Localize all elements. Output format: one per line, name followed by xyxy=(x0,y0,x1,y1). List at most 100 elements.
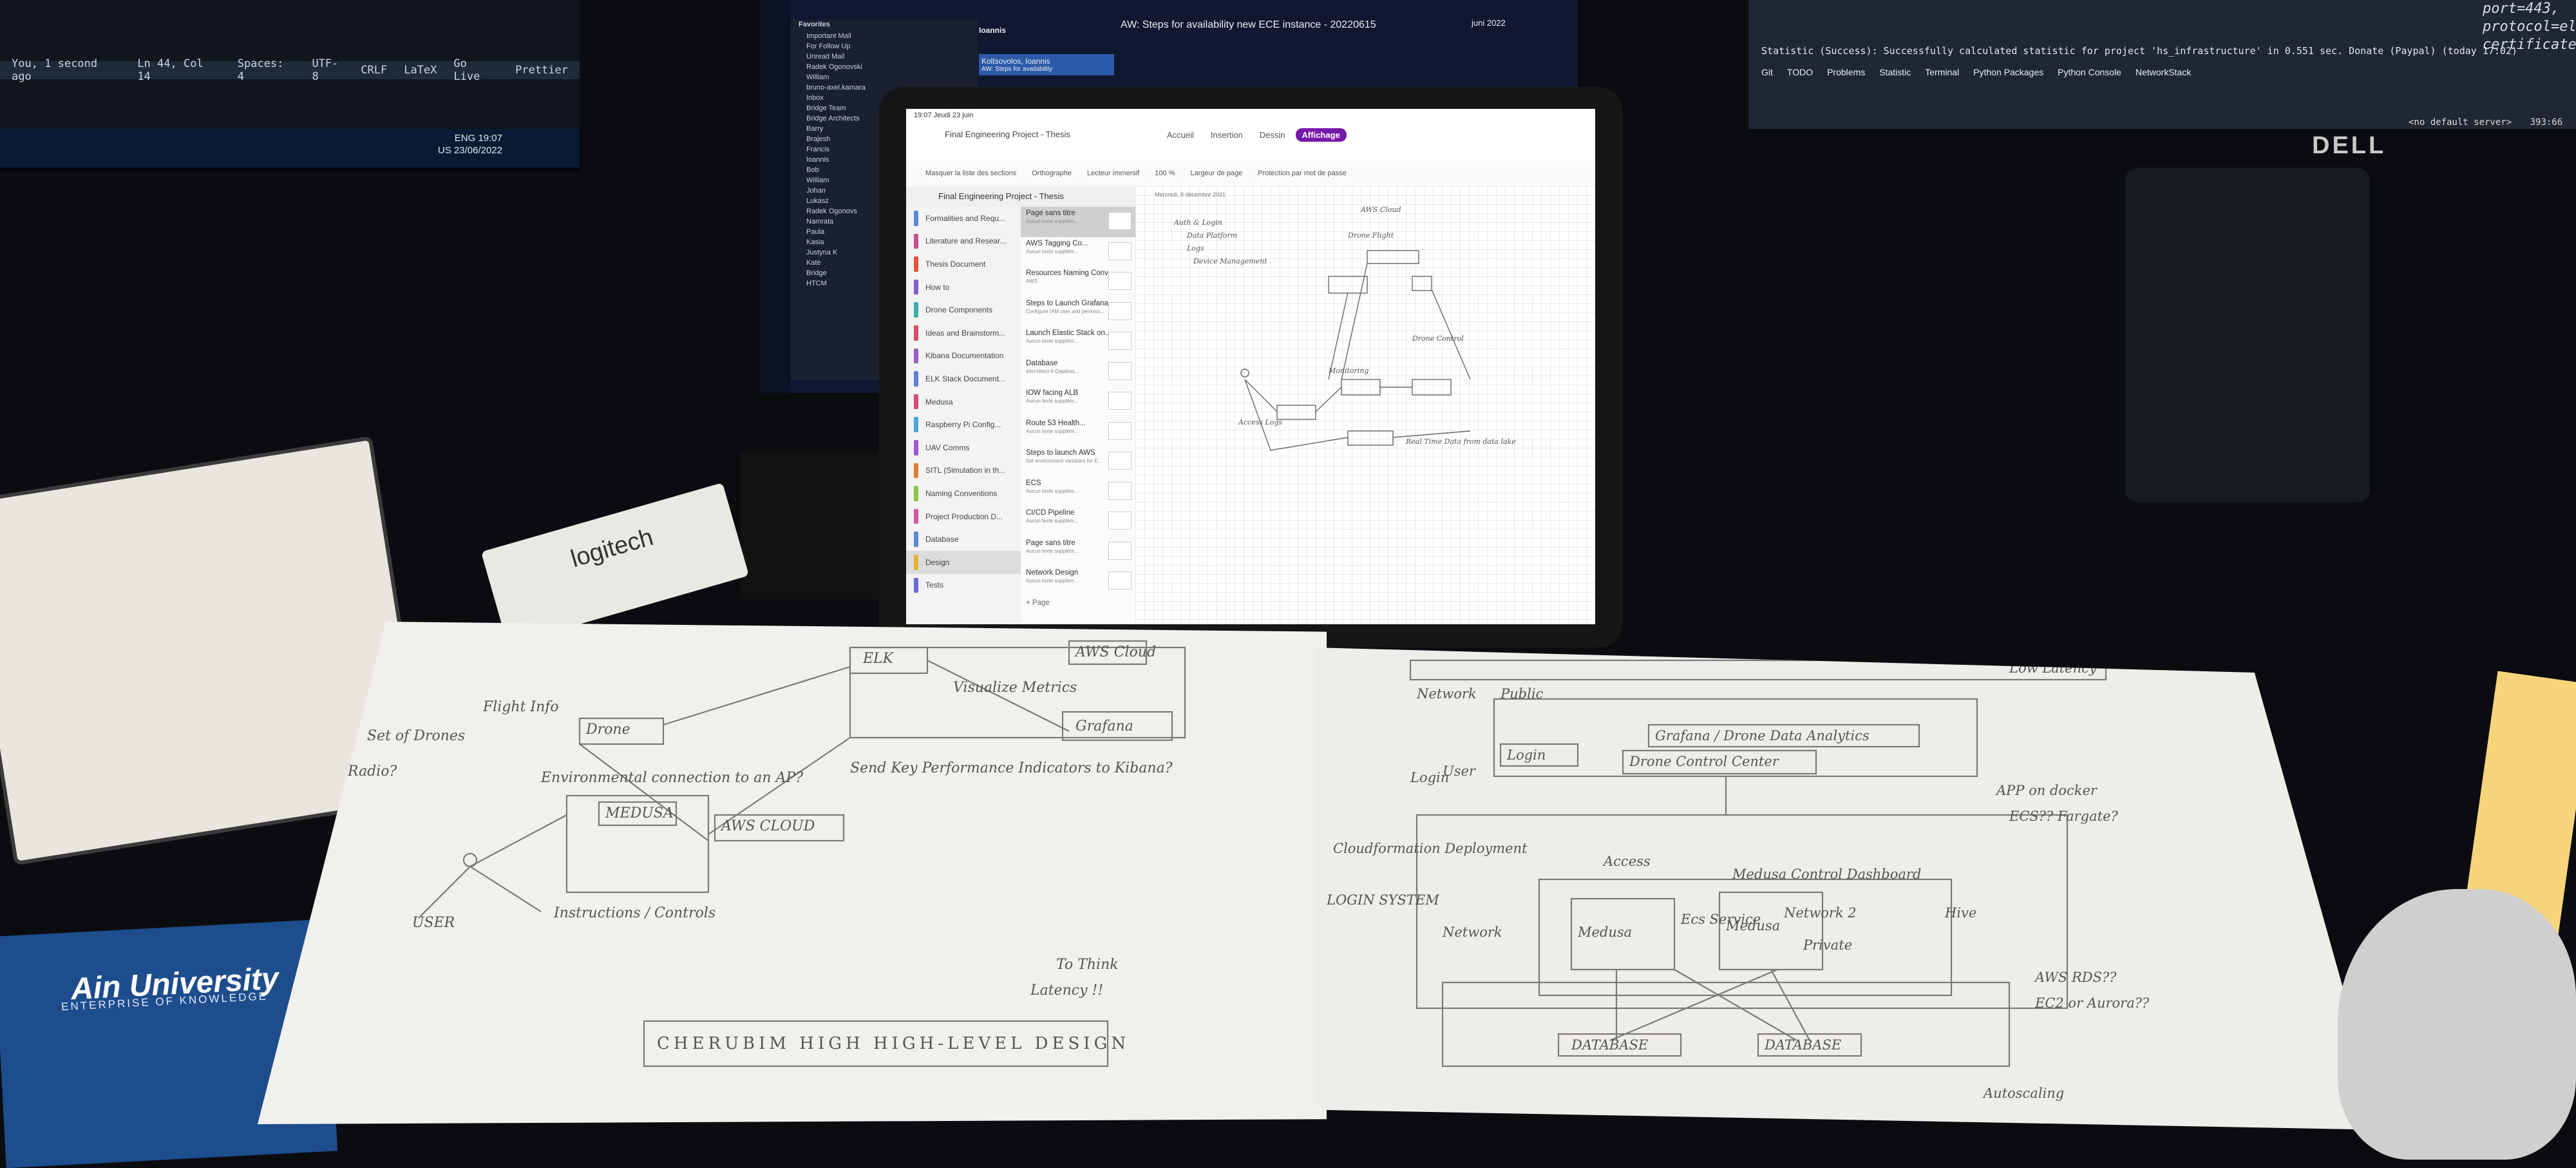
tab-dessin[interactable]: Dessin xyxy=(1253,128,1292,142)
section-label: Naming Conventions xyxy=(925,488,998,498)
folder-item[interactable]: For Follow Up xyxy=(799,41,970,52)
section-list: Formalities and Requ... Literature and Re… xyxy=(906,207,1021,624)
section-item[interactable]: Database xyxy=(906,528,1021,551)
tool-tab-todo[interactable]: TODO xyxy=(1787,67,1813,77)
section-item[interactable]: Medusa xyxy=(906,390,1021,414)
tool-tab-python-packages[interactable]: Python Packages xyxy=(1973,67,2043,77)
section-item[interactable]: Kibana Documentation xyxy=(906,345,1021,368)
sketch-label: Grafana xyxy=(1075,718,1133,734)
message-list-header: Ioannis xyxy=(979,26,1007,35)
status-language[interactable]: LaTeX xyxy=(404,64,437,77)
message-list: Ioannis Koltsovolos, Ioannis AW: Steps f… xyxy=(979,26,1114,75)
canvas-note: Logs xyxy=(1187,244,1204,253)
page-item[interactable]: Database #Architect-fr-Databas... xyxy=(1021,357,1135,387)
section-item[interactable]: Design xyxy=(906,550,1021,574)
ribbon-toolbar: Masquer la liste des sections Orthograph… xyxy=(906,160,1595,187)
section-item[interactable]: Project Production D... xyxy=(906,505,1021,528)
calendar-title: juni 2022 xyxy=(1472,18,1506,28)
folder-item[interactable]: Unread Mail xyxy=(799,52,970,62)
zoom-level[interactable]: 100 % xyxy=(1155,169,1175,177)
page-item[interactable]: Resources Naming Conv... AWS xyxy=(1021,267,1135,297)
drawing-canvas[interactable]: Mercredi, 8 décembre 2021 Drone Flight Au… xyxy=(1135,186,1595,624)
section-color-tab xyxy=(914,508,918,524)
section-item[interactable]: How to xyxy=(906,276,1021,299)
section-color-tab xyxy=(914,233,918,249)
tool-tab-python-console[interactable]: Python Console xyxy=(2058,67,2121,77)
page-title: CI/CD Pipeline xyxy=(1026,509,1075,517)
tool-tab-terminal[interactable]: Terminal xyxy=(1925,67,1959,77)
page-item[interactable]: ECS Aucun texte supplém... xyxy=(1021,477,1135,507)
status-encoding[interactable]: UTF-8 xyxy=(312,57,344,83)
page-item[interactable]: Route 53 Health... Aucun texte supplém... xyxy=(1021,417,1135,447)
message-item-sender: Koltsovolos, Ioannis xyxy=(981,57,1050,66)
sketch-label: Ecs Service xyxy=(1681,912,1761,927)
section-item[interactable]: Drone Components xyxy=(906,298,1021,321)
left-monitor: You, 1 second ago Ln 44, Col 14 Spaces: … xyxy=(0,0,580,173)
sketch-label: Network xyxy=(1443,924,1502,940)
canvas-note: AWS Cloud xyxy=(1361,206,1401,214)
device-clock: 19:07 Jeudi 23 juin xyxy=(914,111,974,119)
system-tray[interactable]: ENG 19:07 US 23/06/2022 xyxy=(438,132,502,157)
section-item[interactable]: Thesis Document xyxy=(906,253,1021,276)
section-label: Thesis Document xyxy=(925,259,986,269)
page-item[interactable]: Page sans titre Aucun texte supplém... xyxy=(1021,207,1135,237)
status-indent[interactable]: Spaces: 4 xyxy=(238,57,296,83)
tab-accueil[interactable]: Accueil xyxy=(1160,128,1200,142)
status-git-blame[interactable]: You, 1 second ago xyxy=(12,57,120,83)
spelling-button[interactable]: Orthographe xyxy=(1032,169,1072,177)
sketch-label: Network xyxy=(1417,686,1477,702)
page-title: IOW facing ALB xyxy=(1026,389,1079,397)
folder-item[interactable]: Important Mail xyxy=(799,31,970,41)
sketch-label: Latency !! xyxy=(1030,982,1104,999)
tool-tab-networkstack[interactable]: NetworkStack xyxy=(2136,67,2191,77)
section-item[interactable]: Ideas and Brainstorm... xyxy=(906,321,1021,345)
section-color-tab xyxy=(914,577,918,593)
password-protection-button[interactable]: Protection par mot de passe xyxy=(1258,169,1347,177)
section-color-tab xyxy=(914,486,918,501)
ide-tool-tabs: Git TODO Problems Statistic Terminal Pyt… xyxy=(1761,67,2191,77)
tab-affichage[interactable]: Affichage xyxy=(1295,128,1347,142)
page-title: Launch Elastic Stack on... xyxy=(1026,329,1112,337)
section-item[interactable]: Raspberry Pi Config... xyxy=(906,413,1021,436)
add-page-button[interactable]: + Page xyxy=(1021,597,1135,625)
section-item[interactable]: Literature and Resear... xyxy=(906,230,1021,253)
page-item[interactable]: Launch Elastic Stack on... Aucun texte su… xyxy=(1021,327,1135,357)
section-item[interactable]: ELK Stack Document... xyxy=(906,367,1021,390)
page-width-button[interactable]: Largeur de page xyxy=(1191,169,1243,177)
page-item[interactable]: Steps to Launch Grafana... Configure IAM … xyxy=(1021,297,1135,327)
sketch-label: Autoscaling xyxy=(1984,1086,2065,1101)
section-label: UAV Comms xyxy=(925,443,970,452)
sketch-label: Medusa Control Dashboard xyxy=(1732,866,1922,882)
folder-item[interactable]: Radek Ogonovski xyxy=(799,62,970,72)
folder-item[interactable]: William xyxy=(799,72,970,82)
tool-tab-statistic[interactable]: Statistic xyxy=(1879,67,1911,77)
tool-tab-problems[interactable]: Problems xyxy=(1827,67,1865,77)
page-item[interactable]: Page sans titre Aucun texte supplém... xyxy=(1021,537,1135,567)
immersive-reader-button[interactable]: Lecteur immersif xyxy=(1087,169,1139,177)
monitor-stand xyxy=(2125,168,2370,503)
section-color-tab xyxy=(914,325,918,341)
tray-date: 23/06/2022 xyxy=(453,145,502,156)
page-item[interactable]: AWS Tagging Co... Aucun texte supplém... xyxy=(1021,237,1135,267)
section-item[interactable]: SITL (Simulation in th... xyxy=(906,459,1021,483)
status-go-live[interactable]: Go Live xyxy=(453,57,498,83)
page-item[interactable]: Network Design Aucun texte supplém... xyxy=(1021,566,1135,597)
navigation-pane-title: Final Engineering Project - Thesis xyxy=(906,186,1135,207)
status-eol[interactable]: CRLF xyxy=(361,64,387,77)
tool-tab-git[interactable]: Git xyxy=(1761,67,1773,77)
section-color-tab xyxy=(914,348,918,364)
section-item[interactable]: Tests xyxy=(906,574,1021,597)
page-thumbnail xyxy=(1108,332,1132,350)
tab-insertion[interactable]: Insertion xyxy=(1204,128,1249,142)
page-item[interactable]: IOW facing ALB Aucun texte supplém... xyxy=(1021,387,1135,417)
hide-sections-button[interactable]: Masquer la liste des sections xyxy=(925,169,1016,177)
section-item[interactable]: Formalities and Requ... xyxy=(906,207,1021,230)
section-item[interactable]: UAV Comms xyxy=(906,436,1021,459)
page-item[interactable]: Steps to launch AWS Set environment varia… xyxy=(1021,446,1135,477)
section-item[interactable]: Naming Conventions xyxy=(906,482,1021,505)
status-prettier[interactable]: Prettier xyxy=(515,64,568,77)
status-cursor-position[interactable]: Ln 44, Col 14 xyxy=(137,57,220,83)
page-item[interactable]: CI/CD Pipeline Aucun texte supplém... xyxy=(1021,506,1135,537)
sketch-label: Low Latency xyxy=(2009,660,2097,676)
message-list-item[interactable]: Koltsovolos, Ioannis AW: Steps for avail… xyxy=(979,54,1114,75)
